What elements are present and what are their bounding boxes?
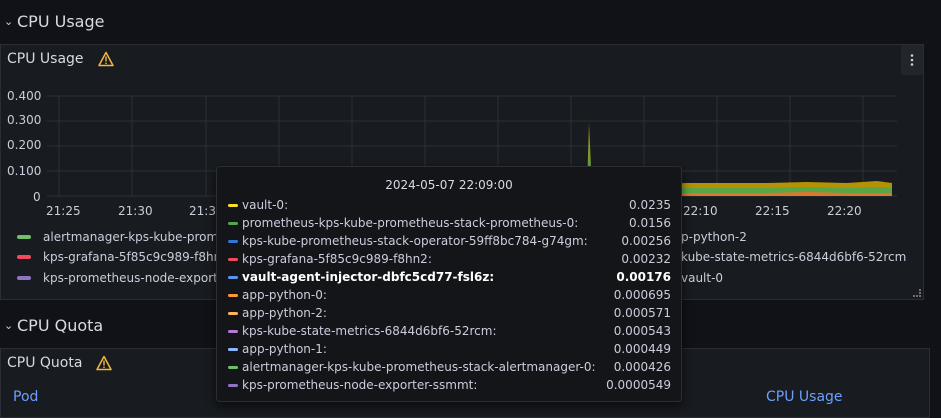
panel-title: CPU Quota (7, 355, 83, 371)
tooltip-series-value: 0.00256 (621, 234, 671, 248)
chart-tooltip: 2024-05-07 22:09:00 vault-0: 0.0235 promet… (216, 166, 682, 402)
y-tick: 0.200 (7, 138, 42, 152)
legend-swatch (17, 255, 31, 259)
legend-item[interactable]: kube-state-metrics-6844d6bf6-52rcm (681, 250, 906, 264)
tooltip-row: kps-kube-prometheus-stack-operator-59ff8… (228, 232, 671, 250)
x-tick: 22:10 (683, 204, 718, 218)
tooltip-series-value: 0.00176 (616, 270, 671, 284)
tooltip-series-name: kps-kube-state-metrics-6844d6bf6-52rcm: (242, 324, 497, 338)
more-vertical-icon (910, 54, 914, 66)
series-swatch (228, 365, 238, 369)
tooltip-series-value: 0.000571 (613, 306, 671, 320)
series-swatch (228, 239, 238, 243)
column-header-cpu-usage[interactable]: CPU Usage (766, 389, 843, 405)
tooltip-row: alertmanager-kps-kube-prometheus-stack-a… (228, 358, 671, 376)
tooltip-series-name: prometheus-kps-kube-prometheus-stack-pro… (242, 216, 579, 230)
tooltip-series-name: kps-prometheus-node-exporter-ssmmt: (242, 378, 478, 392)
tooltip-row: vault-agent-injector-dbfc5cd77-fsl6z: 0.0… (228, 268, 671, 286)
warning-icon[interactable] (97, 51, 114, 67)
tooltip-row: kps-prometheus-node-exporter-ssmmt: 0.000… (228, 376, 671, 394)
tooltip-series-value: 0.00232 (621, 252, 671, 266)
panel-title: CPU Usage (7, 51, 84, 67)
legend-item[interactable]: alertmanager-kps-kube-prome (17, 230, 226, 244)
series-swatch (228, 221, 238, 225)
legend-label: p-python-2 (681, 230, 747, 244)
legend-label: alertmanager-kps-kube-prome (43, 230, 226, 244)
tooltip-series-value: 0.000543 (613, 324, 671, 338)
series-swatch (228, 275, 238, 279)
tooltip-series-value: 0.0235 (629, 198, 671, 212)
column-header-pod[interactable]: Pod (13, 389, 38, 405)
legend-swatch (17, 276, 31, 280)
legend-label: vault-0 (681, 271, 724, 285)
legend-item[interactable]: p-python-2 (681, 230, 747, 244)
tooltip-row: prometheus-kps-kube-prometheus-stack-pro… (228, 214, 671, 232)
series-swatch (228, 293, 238, 297)
tooltip-series-name: app-python-0: (242, 288, 327, 302)
y-tick: 0 (33, 190, 41, 204)
x-tick: 22:20 (827, 204, 862, 218)
panel-header: CPU Quota (7, 355, 113, 371)
chevron-down-icon[interactable]: ⌄ (4, 319, 14, 332)
y-tick: 0.400 (7, 89, 42, 103)
tooltip-series-value: 0.000426 (613, 360, 671, 374)
legend-item[interactable]: kps-grafana-5f85c9c989-f8hn (17, 250, 221, 264)
tooltip-row: vault-0: 0.0235 (228, 196, 671, 214)
tooltip-series-value: 0.0156 (629, 216, 671, 230)
tooltip-series-value: 0.0000549 (606, 378, 671, 392)
panel-menu-button[interactable] (901, 45, 923, 75)
series-swatch (228, 257, 238, 261)
tooltip-series-name: vault-agent-injector-dbfc5cd77-fsl6z: (242, 270, 495, 284)
legend-item[interactable]: vault-0 (681, 271, 723, 285)
tooltip-series-value: 0.000449 (613, 342, 671, 356)
legend-label: kps-grafana-5f85c9c989-f8hn (43, 250, 222, 264)
y-tick: 0.100 (7, 164, 42, 178)
x-tick: 22:15 (755, 204, 790, 218)
row-header-cpu-usage[interactable]: ⌄ CPU Usage (0, 4, 941, 38)
tooltip-row: app-python-0: 0.000695 (228, 286, 671, 304)
series-swatch (228, 311, 238, 315)
legend-label: kps-prometheus-node-export (43, 271, 218, 285)
x-tick: 21:25 (46, 204, 81, 218)
row-title: CPU Quota (17, 315, 104, 335)
tooltip-series-value: 0.000695 (613, 288, 671, 302)
tooltip-series-name: kps-kube-prometheus-stack-operator-59ff8… (242, 234, 588, 248)
y-tick: 0.300 (7, 113, 42, 127)
chevron-down-icon[interactable]: ⌄ (4, 15, 14, 28)
tooltip-time: 2024-05-07 22:09:00 (385, 178, 513, 192)
tooltip-series-name: alertmanager-kps-kube-prometheus-stack-a… (242, 360, 596, 374)
panel-header: CPU Usage (7, 51, 114, 67)
panel-resize-handle[interactable] (913, 289, 921, 297)
tooltip-series-name: app-python-2: (242, 306, 327, 320)
tooltip-series-name: vault-0: (242, 198, 289, 212)
tooltip-row: kps-grafana-5f85c9c989-f8hn2: 0.00232 (228, 250, 671, 268)
tooltip-row: app-python-1: 0.000449 (228, 340, 671, 358)
series-swatch (228, 347, 238, 351)
tooltip-series-name: kps-grafana-5f85c9c989-f8hn2: (242, 252, 432, 266)
series-swatch (228, 383, 238, 387)
series-swatch (228, 329, 238, 333)
tooltip-series-name: app-python-1: (242, 342, 327, 356)
warning-icon[interactable] (96, 355, 113, 371)
legend-item[interactable]: kps-prometheus-node-export (17, 271, 218, 285)
series-swatch (228, 203, 238, 207)
legend-label: kube-state-metrics-6844d6bf6-52rcm (681, 250, 907, 264)
legend-swatch (17, 235, 31, 239)
tooltip-row: app-python-2: 0.000571 (228, 304, 671, 322)
tooltip-row: kps-kube-state-metrics-6844d6bf6-52rcm: 0… (228, 322, 671, 340)
row-title: CPU Usage (17, 11, 105, 31)
x-tick: 21:30 (118, 204, 153, 218)
